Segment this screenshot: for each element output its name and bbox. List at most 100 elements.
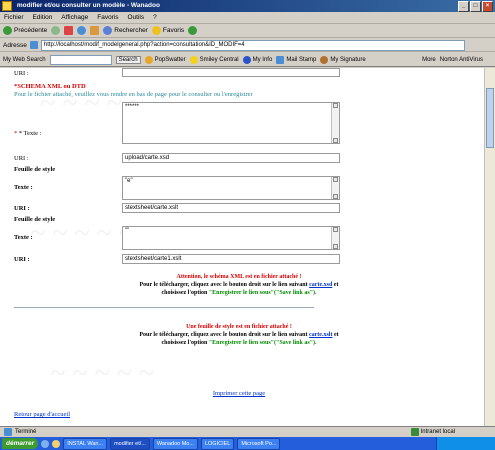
schema-download-link[interactable]: carte.xsd <box>309 282 332 288</box>
maximize-button[interactable]: □ <box>470 1 481 12</box>
smiley-central-link[interactable]: Smiley Central <box>189 55 239 64</box>
address-bar: Adresse http://localhost/modif_modelgene… <box>0 39 495 52</box>
stop-button[interactable] <box>64 26 74 35</box>
back-button[interactable]: Précédente <box>3 26 47 35</box>
stop-icon <box>64 26 74 35</box>
uri-input-2[interactable]: upload/carte.xsd <box>122 153 340 163</box>
schema-save-option: "Enregistrer le lien sous"("Save link as… <box>208 290 317 296</box>
textarea-scrollbar[interactable] <box>331 227 339 249</box>
web-search-button[interactable]: Search <box>115 55 141 64</box>
menu-favorites[interactable]: Favoris <box>97 14 118 21</box>
ie-icon <box>2 1 12 11</box>
my-signature-link[interactable]: My Signature <box>320 55 366 64</box>
taskbar-item-active[interactable]: modifier et/... <box>110 437 150 450</box>
search-button[interactable]: Rechercher <box>103 26 148 35</box>
divider <box>14 307 314 308</box>
links-bar: My Web Search Search PopSwatter Smiley C… <box>0 53 495 67</box>
page-content: ~ ~ ~ ~ ~ ~ ~ ~ ~ ~ ~ ~ ~ ~ ~ URI : *SCH… <box>0 68 495 426</box>
schema-title: *SCHEMA XML ou DTD <box>14 83 86 90</box>
page-done-icon <box>4 428 12 436</box>
taskbar-item[interactable]: Wanadoo Mo... <box>152 437 198 450</box>
back-arrow-icon <box>3 26 12 35</box>
print-row: Imprimer cette page <box>14 390 464 397</box>
forward-button[interactable] <box>51 26 61 35</box>
stylesheet-download-link[interactable]: carte.xslt <box>309 332 333 338</box>
quicklaunch-ie-icon[interactable] <box>41 439 50 448</box>
history-button[interactable] <box>188 26 198 35</box>
my-info-link[interactable]: My Info <box>242 55 272 64</box>
forward-arrow-icon <box>51 26 61 35</box>
menu-edit[interactable]: Edition <box>32 14 52 21</box>
popswatter-icon <box>144 55 153 64</box>
refresh-icon <box>77 26 87 35</box>
uri-label-1: URI : <box>14 70 29 77</box>
style-textarea-1[interactable]: "e" <box>122 176 340 200</box>
my-web-search-label: My Web Search <box>3 56 46 63</box>
minimize-button[interactable]: _ <box>458 1 469 12</box>
page-scrollbar[interactable] <box>484 68 495 426</box>
uri-input-4[interactable]: stextsheet/carte1.xslt <box>122 254 340 264</box>
home-button[interactable] <box>90 26 100 35</box>
more-link[interactable]: More <box>422 57 436 63</box>
system-tray <box>436 437 495 450</box>
uri-label-3: URI : <box>14 205 30 212</box>
style-textarea-2[interactable]: "" <box>122 226 340 250</box>
refresh-button[interactable] <box>77 26 87 35</box>
menu-tools[interactable]: Outils <box>128 14 145 21</box>
stylesheet-download-line: Pour le télécharger, cliquez avec le bou… <box>139 332 339 338</box>
zone-indicator: Intranet local <box>410 428 455 436</box>
quicklaunch-desktop-icon[interactable] <box>52 439 61 448</box>
uri-label-2: URI : <box>14 155 29 162</box>
signature-icon <box>320 55 329 64</box>
home-icon <box>90 26 100 35</box>
menu-file[interactable]: Fichier <box>4 14 24 21</box>
popswatter-link[interactable]: PopSwatter <box>144 55 186 64</box>
status-bar: Terminé Intranet local <box>0 426 495 437</box>
schema-option-line: choisissez l'option "Enregistrer le lien… <box>161 290 317 296</box>
norton-link[interactable]: Norton AntiVirus <box>440 57 483 63</box>
texte-textarea[interactable]: ****** <box>122 102 340 144</box>
close-button[interactable]: × <box>482 1 493 12</box>
texte-label: * * Texte : <box>14 130 42 137</box>
schema-warning: Attention, le schéma XML est en fichier … <box>176 274 302 280</box>
address-input[interactable]: http://localhost/modif_modelgeneral.php?… <box>40 39 465 51</box>
star-icon <box>151 26 161 35</box>
uri-input-3[interactable]: stextsheet/carte.xslt <box>122 203 340 213</box>
page-icon <box>29 41 38 49</box>
menu-help[interactable]: ? <box>153 14 157 21</box>
intranet-icon <box>410 428 419 436</box>
taskbar-item[interactable]: Microsoft Po... <box>237 437 281 450</box>
toolbar: Précédente Rechercher Favoris <box>0 24 495 38</box>
web-search-input[interactable] <box>49 54 112 65</box>
texte-label-2: Texte : <box>14 184 33 191</box>
search-icon <box>103 26 113 35</box>
textarea-scrollbar[interactable] <box>331 177 339 199</box>
scrollbar-thumb[interactable] <box>486 88 494 148</box>
info-icon <box>242 55 251 64</box>
textarea-scrollbar[interactable] <box>331 103 339 143</box>
history-icon <box>188 26 198 35</box>
texte-label-3: Texte : <box>14 234 33 241</box>
start-button[interactable]: démarrer <box>2 438 39 449</box>
window-controls: _ □ × <box>458 1 493 12</box>
menu-view[interactable]: Affichage <box>61 14 88 21</box>
uri-input-1[interactable] <box>122 68 340 77</box>
window-title: modifier et/ou consulter un modèle - Wan… <box>16 2 160 9</box>
feuille-style-label-1: Feuille de style <box>14 166 56 173</box>
mail-stamp-link[interactable]: Mail Stamp <box>276 55 316 64</box>
status-text: Terminé <box>15 429 37 435</box>
taskbar: démarrer INSTAL Wan... modifier et/... W… <box>0 437 495 450</box>
feuille-style-label-2: Feuille de style <box>14 216 56 223</box>
taskbar-item[interactable]: INSTAL Wan... <box>63 437 108 450</box>
favorites-button[interactable]: Favoris <box>151 26 184 35</box>
stylesheet-warning: Une feuille de style est en fichier atta… <box>186 324 292 330</box>
schema-note: Pour le fichier attaché, veuillez vous r… <box>14 91 253 98</box>
home-link[interactable]: Retour page d'accueil <box>14 411 70 418</box>
taskbar-item[interactable]: LOGICIEL <box>200 437 235 450</box>
stylesheet-save-option: "Enregistrer le lien sous"("Save link as… <box>208 340 317 346</box>
stylesheet-option-line: choisissez l'option "Enregistrer le lien… <box>161 340 317 346</box>
watermark: ~ ~ ~ ~ ~ <box>50 358 154 389</box>
menu-bar: Fichier Edition Affichage Favoris Outils… <box>0 12 495 24</box>
schema-download-line: Pour le télécharger, cliquez avec le bou… <box>139 282 339 288</box>
print-page-link[interactable]: Imprimer cette page <box>213 390 265 397</box>
